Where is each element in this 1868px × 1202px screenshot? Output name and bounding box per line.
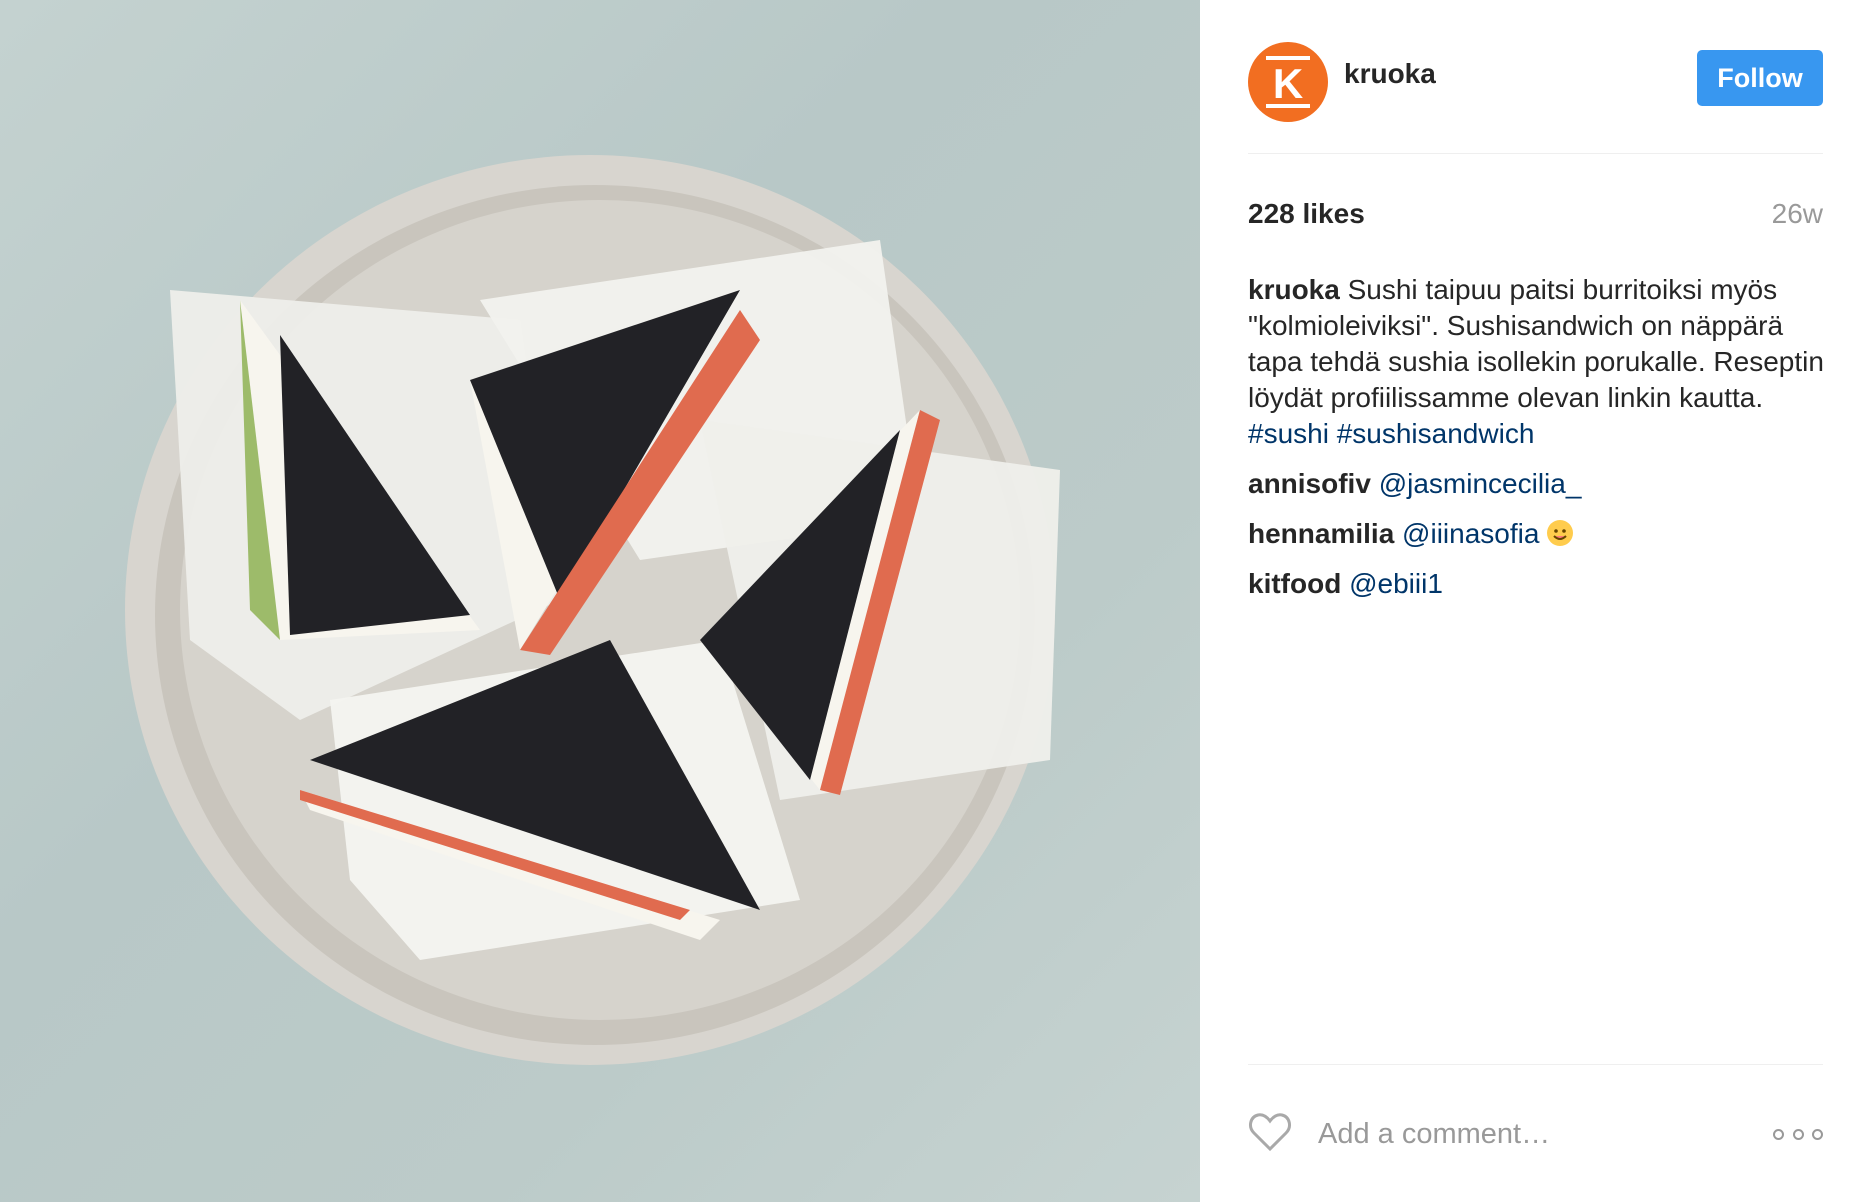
likes-count[interactable]: 228 likes xyxy=(1248,198,1365,230)
comment-list: kruoka Sushi taipuu paitsi burritoiksi m… xyxy=(1248,272,1828,616)
list-item: kitfood @ebiii1 xyxy=(1248,566,1828,602)
heart-icon[interactable] xyxy=(1248,1112,1292,1152)
list-item: annisofiv @jasmincecilia_ xyxy=(1248,466,1828,502)
svg-text:K: K xyxy=(1273,60,1303,107)
dot-icon xyxy=(1792,1128,1804,1140)
comment-author[interactable]: kitfood xyxy=(1248,568,1341,599)
post-age[interactable]: 26w xyxy=(1772,198,1823,230)
author-username[interactable]: kruoka xyxy=(1344,58,1436,90)
hashtag-link[interactable]: #sushi xyxy=(1248,418,1329,449)
divider xyxy=(1248,1064,1823,1065)
post-side-panel: K kruoka Follow 228 likes 26w kruoka Sus… xyxy=(1200,0,1868,1202)
follow-button[interactable]: Follow xyxy=(1697,50,1823,106)
caption: kruoka Sushi taipuu paitsi burritoiksi m… xyxy=(1248,272,1828,452)
post-photo[interactable] xyxy=(0,0,1200,1202)
hashtag-link[interactable]: #sushisandwich xyxy=(1337,418,1535,449)
caption-author[interactable]: kruoka xyxy=(1248,274,1340,305)
smiling-face-icon xyxy=(1547,520,1574,546)
post-actions xyxy=(1248,1100,1823,1170)
comment-author[interactable]: annisofiv xyxy=(1248,468,1371,499)
more-options-button[interactable] xyxy=(1773,1114,1823,1154)
post-header: K kruoka Follow xyxy=(1248,42,1823,154)
mention-link[interactable]: @jasmincecilia_ xyxy=(1379,468,1582,499)
avatar[interactable]: K xyxy=(1248,42,1328,122)
mention-link[interactable]: @iiinasofia xyxy=(1402,518,1539,549)
list-item: hennamilia @iiinasofia xyxy=(1248,516,1828,552)
kruoka-logo-icon: K xyxy=(1266,56,1310,108)
mention-link[interactable]: @ebiii1 xyxy=(1349,568,1443,599)
comment-input[interactable] xyxy=(1318,1112,1738,1156)
sushi-sandwich-image xyxy=(125,155,1060,1065)
dot-icon xyxy=(1812,1128,1823,1140)
dot-icon xyxy=(1773,1128,1784,1140)
comment-author[interactable]: hennamilia xyxy=(1248,518,1394,549)
